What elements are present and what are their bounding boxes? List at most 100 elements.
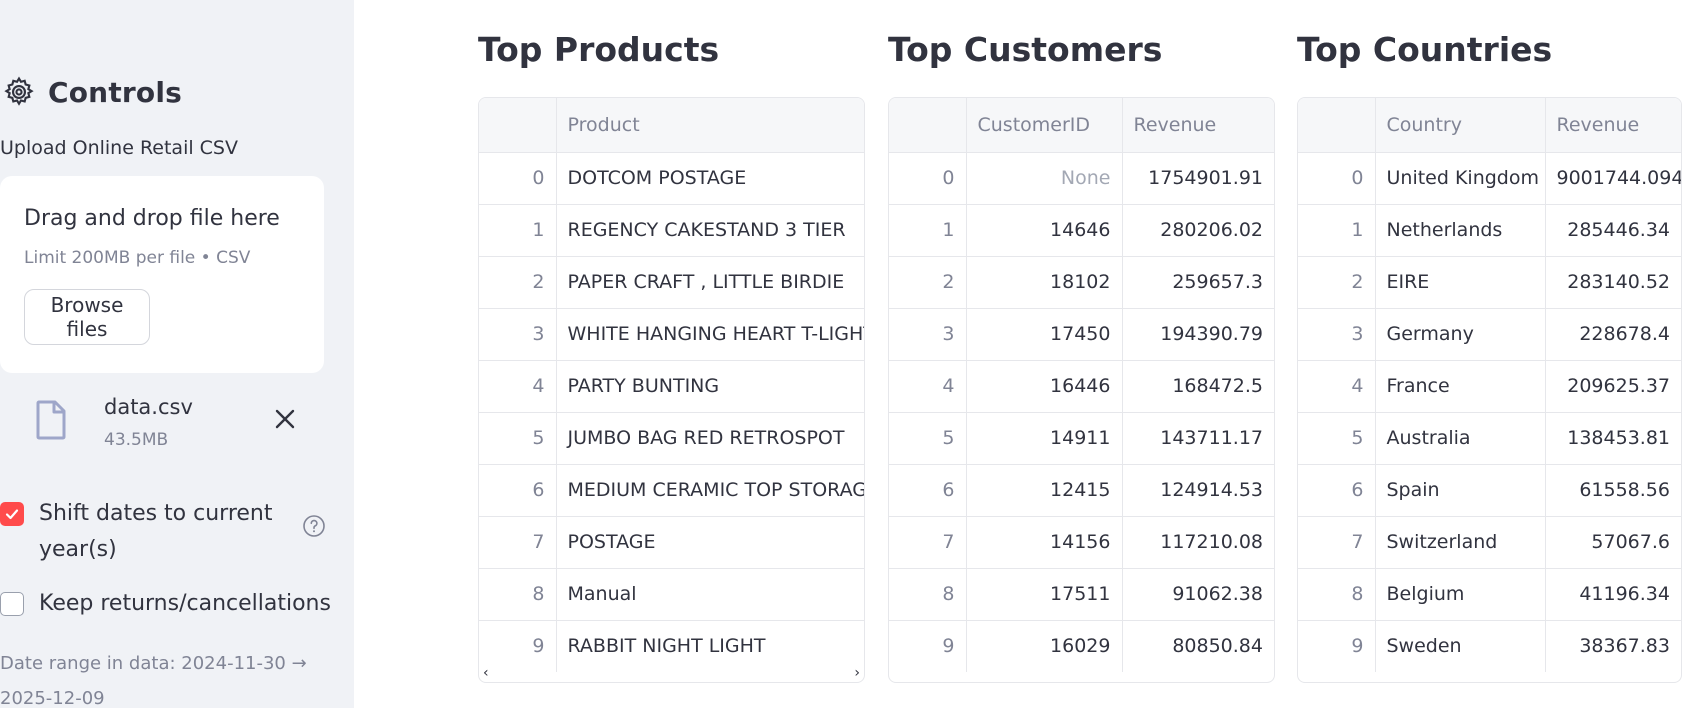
product-cell[interactable]: MEDIUM CERAMIC TOP STORAGE J: [556, 464, 864, 517]
top-countries-table[interactable]: Country Revenue 0 United Kingdom 9001744.0…: [1297, 97, 1682, 683]
country-cell[interactable]: France: [1375, 360, 1546, 413]
product-cell[interactable]: PAPER CRAFT , LITTLE BIRDIE: [556, 256, 864, 309]
column-header[interactable]: Revenue: [1122, 98, 1274, 153]
top-customers-table[interactable]: CustomerID Revenue 0 None 1754901.91 1 1464…: [888, 97, 1275, 683]
product-cell[interactable]: REGENCY CAKESTAND 3 TIER: [556, 204, 864, 257]
revenue-cell[interactable]: 259657.3: [1122, 256, 1274, 309]
table-row[interactable]: 3 WHITE HANGING HEART T-LIGHT H: [479, 308, 864, 361]
revenue-cell[interactable]: 124914.53: [1122, 464, 1274, 517]
revenue-cell[interactable]: 1754901.91: [1122, 152, 1274, 205]
table-row[interactable]: 8 Belgium 41196.34: [1298, 568, 1681, 621]
scroll-left-icon[interactable]: ‹: [483, 665, 489, 681]
shift-dates-check-box[interactable]: [0, 502, 24, 526]
revenue-cell[interactable]: 61558.56: [1545, 464, 1681, 517]
country-cell[interactable]: United Kingdom: [1375, 152, 1546, 205]
shift-dates-checkbox[interactable]: Shift dates to current year(s): [0, 496, 279, 568]
table-row[interactable]: 7 14156 117210.08: [889, 516, 1274, 569]
revenue-cell[interactable]: 228678.4: [1545, 308, 1681, 361]
table-row[interactable]: 0 United Kingdom 9001744.094: [1298, 152, 1681, 205]
revenue-cell[interactable]: 38367.83: [1545, 620, 1681, 672]
scroll-right-icon[interactable]: ›: [854, 665, 860, 681]
table-row[interactable]: 0 DOTCOM POSTAGE: [479, 152, 864, 205]
top-products-table[interactable]: Product 0 DOTCOM POSTAGE 1 REGENCY CAKESTA…: [478, 97, 865, 683]
table-row[interactable]: 6 MEDIUM CERAMIC TOP STORAGE J: [479, 464, 864, 517]
customer-id-cell[interactable]: 16029: [966, 620, 1123, 672]
revenue-cell[interactable]: 9001744.094: [1545, 152, 1681, 205]
country-cell[interactable]: Sweden: [1375, 620, 1546, 672]
customer-id-cell[interactable]: 18102: [966, 256, 1123, 309]
country-cell[interactable]: Belgium: [1375, 568, 1546, 621]
country-cell[interactable]: Netherlands: [1375, 204, 1546, 257]
column-header[interactable]: Product: [556, 98, 864, 153]
table-row[interactable]: 1 REGENCY CAKESTAND 3 TIER: [479, 204, 864, 257]
table-row[interactable]: 8 17511 91062.38: [889, 568, 1274, 621]
product-cell[interactable]: JUMBO BAG RED RETROSPOT: [556, 412, 864, 465]
revenue-cell[interactable]: 117210.08: [1122, 516, 1274, 569]
table-row[interactable]: 7 Switzerland 57067.6: [1298, 516, 1681, 569]
column-header[interactable]: Country: [1375, 98, 1546, 153]
keep-returns-check-box[interactable]: [0, 592, 24, 616]
table-row[interactable]: 4 16446 168472.5: [889, 360, 1274, 413]
column-header[interactable]: Revenue: [1545, 98, 1681, 153]
revenue-cell[interactable]: 57067.6: [1545, 516, 1681, 569]
country-cell[interactable]: EIRE: [1375, 256, 1546, 309]
close-icon[interactable]: [272, 406, 298, 432]
customer-id-cell[interactable]: None: [966, 152, 1123, 205]
table-row[interactable]: 9 16029 80850.84: [889, 620, 1274, 672]
column-header[interactable]: [1298, 98, 1376, 153]
revenue-cell[interactable]: 91062.38: [1122, 568, 1274, 621]
customer-id-cell[interactable]: 14911: [966, 412, 1123, 465]
country-cell[interactable]: Germany: [1375, 308, 1546, 361]
revenue-cell[interactable]: 80850.84: [1122, 620, 1274, 672]
table-row[interactable]: 6 Spain 61558.56: [1298, 464, 1681, 517]
table-row[interactable]: 2 PAPER CRAFT , LITTLE BIRDIE: [479, 256, 864, 309]
country-cell[interactable]: Spain: [1375, 464, 1546, 517]
table-row[interactable]: 5 JUMBO BAG RED RETROSPOT: [479, 412, 864, 465]
column-header[interactable]: CustomerID: [966, 98, 1123, 153]
browse-files-button[interactable]: Browse files: [24, 289, 150, 345]
column-header[interactable]: [889, 98, 967, 153]
table-row[interactable]: 1 Netherlands 285446.34: [1298, 204, 1681, 257]
table-row[interactable]: 3 Germany 228678.4: [1298, 308, 1681, 361]
revenue-cell[interactable]: 194390.79: [1122, 308, 1274, 361]
revenue-cell[interactable]: 138453.81: [1545, 412, 1681, 465]
table-row[interactable]: 2 18102 259657.3: [889, 256, 1274, 309]
table-row[interactable]: 1 14646 280206.02: [889, 204, 1274, 257]
table-row[interactable]: 4 France 209625.37: [1298, 360, 1681, 413]
customer-id-cell[interactable]: 14646: [966, 204, 1123, 257]
revenue-cell[interactable]: 143711.17: [1122, 412, 1274, 465]
table-row[interactable]: 5 Australia 138453.81: [1298, 412, 1681, 465]
revenue-cell[interactable]: 41196.34: [1545, 568, 1681, 621]
horizontal-scrollbar[interactable]: ‹ ›: [479, 665, 864, 682]
table-row[interactable]: 2 EIRE 283140.52: [1298, 256, 1681, 309]
country-cell[interactable]: Switzerland: [1375, 516, 1546, 569]
table-row[interactable]: 5 14911 143711.17: [889, 412, 1274, 465]
table-row[interactable]: 8 Manual: [479, 568, 864, 621]
product-cell[interactable]: POSTAGE: [556, 516, 864, 569]
column-header[interactable]: [479, 98, 557, 153]
table-row[interactable]: 9 RABBIT NIGHT LIGHT: [479, 620, 864, 672]
product-cell[interactable]: PARTY BUNTING: [556, 360, 864, 413]
customer-id-cell[interactable]: 14156: [966, 516, 1123, 569]
product-cell[interactable]: RABBIT NIGHT LIGHT: [556, 620, 864, 672]
keep-returns-checkbox[interactable]: Keep returns/cancellations: [0, 586, 331, 622]
product-cell[interactable]: Manual: [556, 568, 864, 621]
table-row[interactable]: 0 None 1754901.91: [889, 152, 1274, 205]
product-cell[interactable]: DOTCOM POSTAGE: [556, 152, 864, 205]
product-cell[interactable]: WHITE HANGING HEART T-LIGHT H: [556, 308, 864, 361]
customer-id-cell[interactable]: 16446: [966, 360, 1123, 413]
table-row[interactable]: 9 Sweden 38367.83: [1298, 620, 1681, 672]
customer-id-cell[interactable]: 12415: [966, 464, 1123, 517]
customer-id-cell[interactable]: 17450: [966, 308, 1123, 361]
customer-id-cell[interactable]: 17511: [966, 568, 1123, 621]
table-row[interactable]: 4 PARTY BUNTING: [479, 360, 864, 413]
table-row[interactable]: 7 POSTAGE: [479, 516, 864, 569]
file-dropzone[interactable]: Drag and drop file here Limit 200MB per …: [0, 176, 324, 373]
country-cell[interactable]: Australia: [1375, 412, 1546, 465]
revenue-cell[interactable]: 209625.37: [1545, 360, 1681, 413]
revenue-cell[interactable]: 168472.5: [1122, 360, 1274, 413]
revenue-cell[interactable]: 283140.52: [1545, 256, 1681, 309]
table-row[interactable]: 6 12415 124914.53: [889, 464, 1274, 517]
table-row[interactable]: 3 17450 194390.79: [889, 308, 1274, 361]
help-icon[interactable]: [302, 514, 326, 538]
